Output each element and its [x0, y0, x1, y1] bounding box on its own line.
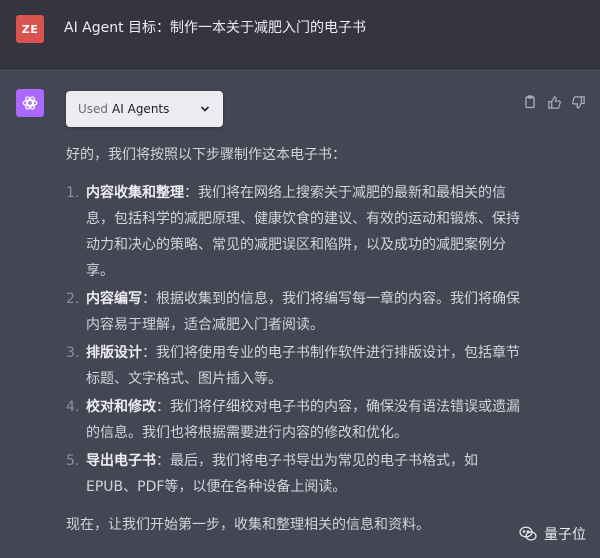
copy-icon[interactable] [522, 94, 538, 110]
list-item: 1. 内容收集和整理：我们将在网络上搜索关于减肥的最新和最相关的信息，包括科学的减… [66, 180, 526, 284]
list-item: 2. 内容编写：根据收集到的信息，我们将编写每一章的内容。我们将确保内容易于理解，… [66, 286, 526, 338]
openai-logo-icon [22, 96, 38, 110]
steps-list: 1. 内容收集和整理：我们将在网络上搜索关于减肥的最新和最相关的信息，包括科学的减… [66, 180, 526, 500]
assistant-avatar [16, 89, 44, 117]
step-number: 4. [66, 399, 80, 415]
message-actions [522, 94, 586, 110]
thumbs-down-icon[interactable] [570, 94, 586, 110]
step-title: 内容编写 [86, 291, 142, 307]
step-title: 导出电子书 [86, 453, 156, 469]
user-avatar: ZE [16, 15, 44, 43]
watermark-text: 量子位 [544, 527, 586, 543]
used-label: Used [78, 102, 109, 116]
list-item: 5. 导出电子书：最后，我们将电子书导出为常见的电子书格式，如EPUB、PDF等，… [66, 448, 526, 500]
step-number: 1. [66, 185, 80, 201]
step-title: 排版设计 [86, 345, 142, 361]
response-intro: 好的，我们将按照以下步骤制作这本电子书： [66, 147, 346, 163]
user-message-text: AI Agent 目标：制作一本关于减肥入门的电子书 [64, 20, 367, 36]
response-outro: 现在，让我们开始第一步，收集和整理相关的信息和资料。 [66, 517, 430, 533]
step-text: ：我们将使用专业的电子书制作软件进行排版设计，包括章节标题、文字格式、图片插入等… [86, 345, 520, 387]
list-item: 4. 校对和修改：我们将仔细校对电子书的内容，确保没有语法错误或遗漏的信息。我们也… [66, 394, 526, 446]
watermark: 量子位 [518, 524, 586, 544]
thumbs-up-icon[interactable] [546, 94, 562, 110]
used-plugins-dropdown[interactable]: Used AI Agents [66, 91, 223, 127]
step-text: ：根据收集到的信息，我们将编写每一章的内容。我们将确保内容易于理解，适合减肥入门… [86, 291, 520, 333]
wechat-icon [518, 524, 538, 544]
chevron-down-icon [199, 103, 211, 115]
step-number: 5. [66, 453, 80, 469]
assistant-response: 好的，我们将按照以下步骤制作这本电子书： 1. 内容收集和整理：我们将在网络上搜索… [66, 142, 526, 538]
plugin-name-label: AI Agents [112, 102, 170, 116]
step-number: 3. [66, 345, 80, 361]
step-title: 内容收集和整理 [86, 185, 184, 201]
user-message-row: ZE AI Agent 目标：制作一本关于减肥入门的电子书 [0, 0, 600, 69]
list-item: 3. 排版设计：我们将使用专业的电子书制作软件进行排版设计，包括章节标题、文字格式… [66, 340, 526, 392]
step-number: 2. [66, 291, 80, 307]
step-title: 校对和修改 [86, 399, 156, 415]
